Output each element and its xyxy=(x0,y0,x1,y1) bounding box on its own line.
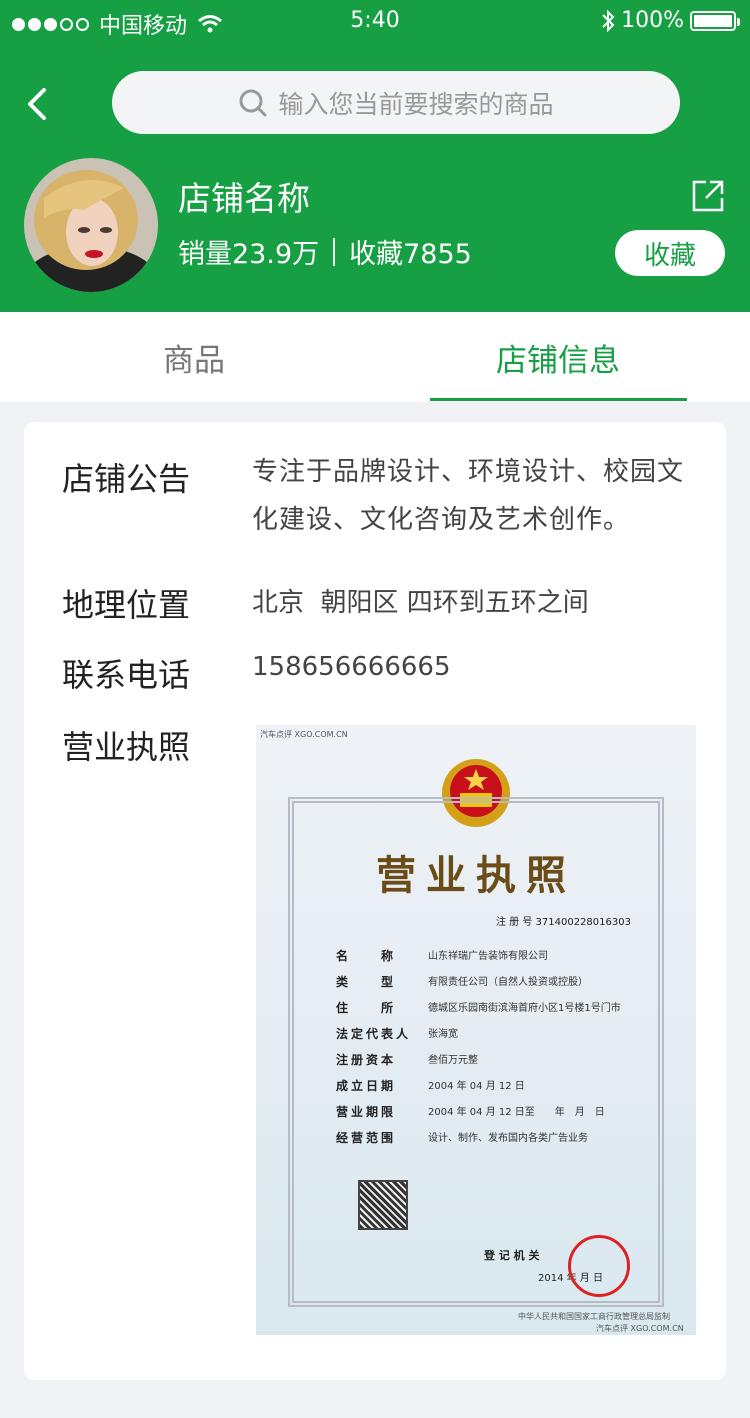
back-icon[interactable] xyxy=(22,84,62,124)
status-bar: 中国移动 5:40 100% xyxy=(0,0,750,44)
license-row: 住 所德城区乐园南街滨海首府小区1号楼1号门市 xyxy=(336,1001,621,1015)
license-watermark-bottom: 汽车点评 XGO.COM.CN xyxy=(596,1324,684,1333)
phone-text[interactable]: 158656666665 xyxy=(252,652,451,682)
license-row: 成立日期 2004 年 04 月 12 日 xyxy=(336,1079,525,1093)
license-qr-code xyxy=(358,1180,408,1230)
battery-percent: 100% xyxy=(621,8,684,33)
license-row: 法定代表人 张海宽 xyxy=(336,1027,458,1041)
license-authority: 登 记 机 关 xyxy=(484,1249,540,1262)
tab-products[interactable]: 商品 xyxy=(0,312,388,402)
favorite-count: 收藏7855 xyxy=(349,239,472,270)
share-icon[interactable] xyxy=(690,178,726,214)
license-watermark-top: 汽车点评 XGO.COM.CN xyxy=(260,730,348,739)
license-reg-no: 注 册 号 371400228016303 xyxy=(496,917,631,928)
license-row: 类 型有限责任公司（自然人投资或控股） xyxy=(336,975,588,989)
bluetooth-icon xyxy=(602,9,615,32)
license-title: 营业执照 xyxy=(376,852,576,899)
tab-shop-info[interactable]: 店铺信息 xyxy=(388,312,728,402)
official-seal-icon xyxy=(568,1235,630,1297)
license-row: 营业期限 2004 年 04 月 12 日至 年 月 日 xyxy=(336,1105,605,1119)
location-text: 北京 朝阳区 四环到五环之间 xyxy=(252,588,589,618)
phone-label: 联系电话 xyxy=(62,656,191,694)
license-label: 营业执照 xyxy=(62,728,191,766)
license-row: 经营范围 设计、制作、发布国内各类广告业务 xyxy=(336,1131,588,1145)
license-row: 注册资本 叁佰万元整 xyxy=(336,1053,478,1067)
search-placeholder: 输入您当前要搜索的商品 xyxy=(278,89,554,119)
sales-count: 销量23.9万 xyxy=(178,239,320,270)
notice-text: 专注于品牌设计、环境设计、校园文化建设、文化咨询及艺术创作。 xyxy=(252,457,685,535)
license-footer: 中华人民共和国国家工商行政管理总局监制 xyxy=(518,1312,670,1321)
location-label: 地理位置 xyxy=(62,586,191,624)
shop-info-card: 店铺公告 专注于品牌设计、环境设计、校园文化建设、文化咨询及艺术创作。 地理位置… xyxy=(24,422,726,1380)
favorite-button[interactable]: 收藏 xyxy=(615,230,725,276)
shop-header: 中国移动 5:40 100% 输入您当前要搜索的商品 店铺名称 销量23.9万 … xyxy=(0,0,750,312)
search-icon xyxy=(239,89,267,116)
stats-divider xyxy=(333,237,336,266)
business-license-image[interactable]: 汽车点评 XGO.COM.CN 营业执照 注 册 号 3714002280163… xyxy=(256,725,696,1335)
license-row: 名 称山东祥瑞广告装饰有限公司 xyxy=(336,949,548,963)
tab-active-indicator xyxy=(430,398,687,401)
battery-icon xyxy=(690,10,740,31)
shop-avatar xyxy=(24,158,158,292)
shop-stats: 销量23.9万 收藏7855 xyxy=(178,232,472,271)
shop-name: 店铺名称 xyxy=(178,179,310,218)
search-input[interactable]: 输入您当前要搜索的商品 xyxy=(112,71,680,134)
notice-label: 店铺公告 xyxy=(62,460,191,498)
tab-bar: 商品 店铺信息 xyxy=(0,312,750,402)
